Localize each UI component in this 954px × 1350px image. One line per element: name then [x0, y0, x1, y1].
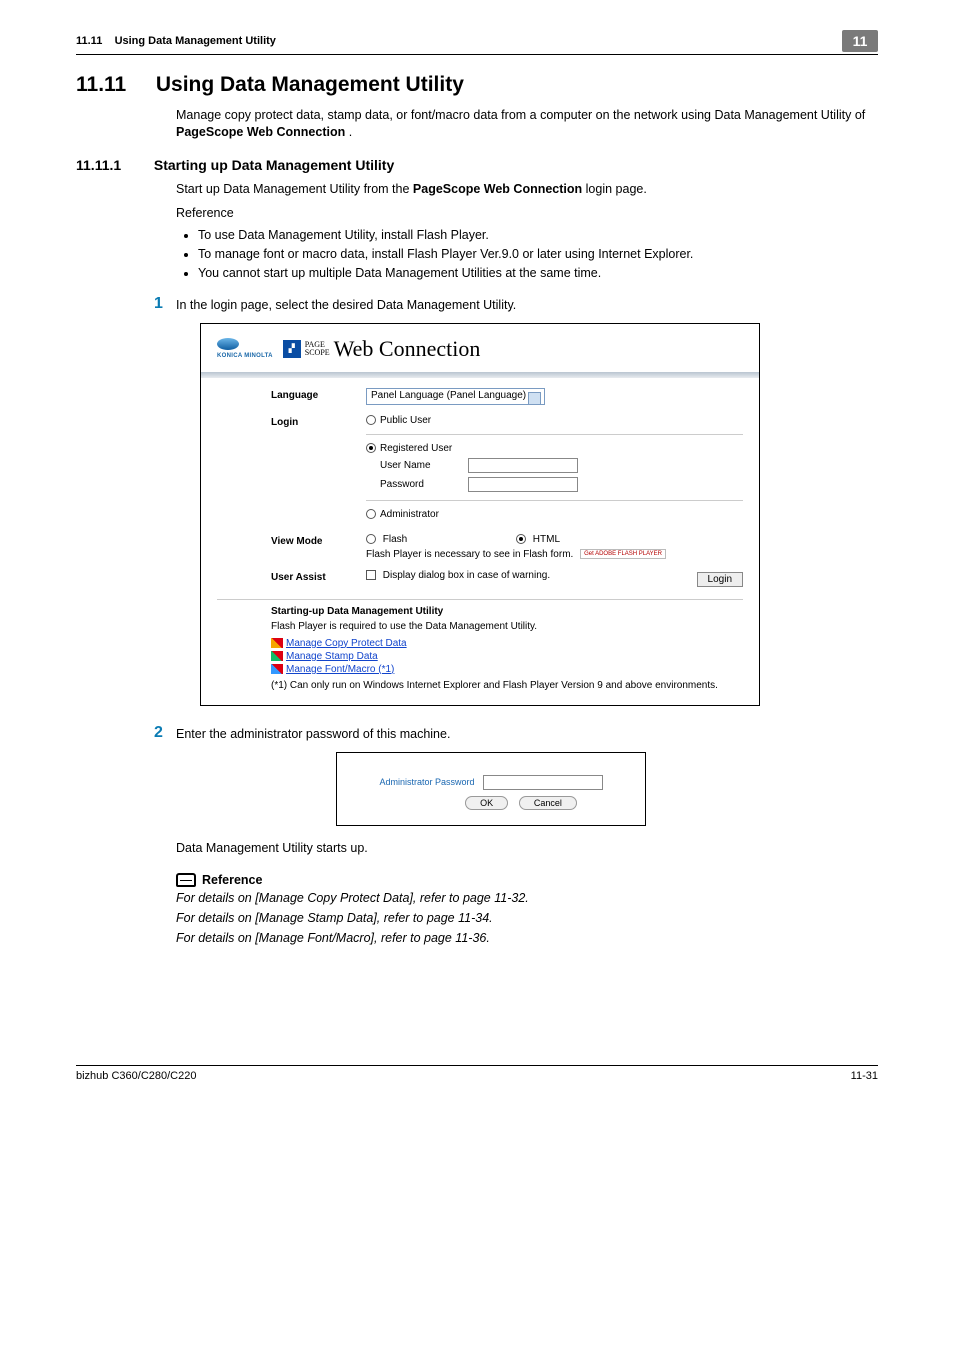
manual-page: 11.11 Using Data Management Utility 11 1… — [0, 0, 954, 1122]
section-heading: 11.11 Using Data Management Utility — [76, 73, 878, 97]
reference-heading: Reference — [202, 873, 262, 887]
footer-model: bizhub C360/C280/C220 — [76, 1070, 196, 1082]
reference-line: For details on [Manage Copy Protect Data… — [176, 891, 878, 905]
admin-password-input[interactable] — [483, 775, 603, 790]
pagescope-logo: ▞ PAGE SCOPE Web Connection — [283, 336, 481, 362]
step-1: 1 In the login page, select the desired … — [154, 295, 878, 313]
manage-font-macro-link[interactable]: Manage Font/Macro (*1) — [286, 664, 394, 675]
user-assist-checkbox[interactable] — [366, 570, 376, 580]
reference-block: Reference For details on [Manage Copy Pr… — [176, 873, 878, 945]
ok-button[interactable]: OK — [465, 796, 508, 810]
public-user-label: Public User — [380, 415, 431, 426]
reference-bullet: To use Data Management Utility, install … — [198, 226, 878, 245]
reference-label: Reference — [176, 204, 878, 223]
html-label: HTML — [533, 534, 560, 545]
public-user-radio[interactable] — [366, 415, 376, 425]
html-radio[interactable] — [516, 534, 526, 544]
subsection-lead: Start up Data Management Utility from th… — [176, 181, 878, 198]
flash-label: Flash — [383, 534, 407, 545]
login-label: Login — [271, 415, 366, 428]
subsection-number: 11.11.1 — [76, 157, 150, 173]
user-assist-text: Display dialog box in case of warning. — [383, 570, 550, 581]
step-text: Enter the administrator password of this… — [176, 724, 450, 741]
dmu-footnote: (*1) Can only run on Windows Internet Ex… — [271, 680, 743, 691]
reference-line: For details on [Manage Stamp Data], refe… — [176, 911, 878, 925]
dmu-heading: Starting-up Data Management Utility — [271, 606, 743, 617]
screenshot-header: KONICA MINOLTA ▞ PAGE SCOPE Web Connecti… — [201, 324, 759, 372]
password-input[interactable] — [468, 477, 578, 492]
stamp-icon — [271, 651, 283, 661]
font-macro-icon — [271, 664, 283, 674]
username-label: User Name — [380, 460, 468, 471]
language-select[interactable]: Panel Language (Panel Language) — [366, 388, 545, 405]
reference-list: Reference To use Data Management Utility… — [176, 204, 878, 283]
pagescope-icon: ▞ — [283, 340, 301, 358]
copy-protect-icon — [271, 638, 283, 648]
subsection-heading: 11.11.1 Starting up Data Management Util… — [76, 157, 878, 173]
registered-user-label: Registered User — [380, 443, 452, 454]
running-header: 11.11 Using Data Management Utility 11 — [76, 30, 878, 55]
web-connection-text: Web Connection — [334, 336, 481, 362]
subsection-title-text: Starting up Data Management Utility — [154, 157, 394, 173]
administrator-radio[interactable] — [366, 509, 376, 519]
dmu-note: Flash Player is required to use the Data… — [271, 621, 743, 632]
konica-minolta-logo: KONICA MINOLTA — [217, 338, 273, 359]
user-assist-label: User Assist — [271, 570, 366, 583]
registered-user-radio[interactable] — [366, 443, 376, 453]
admin-password-label: Administrator Password — [379, 777, 474, 787]
section-number: 11.11 — [76, 73, 150, 97]
manage-stamp-link[interactable]: Manage Stamp Data — [286, 651, 378, 662]
get-flash-badge[interactable]: Get ADOBE FLASH PLAYER — [580, 549, 666, 559]
reference-bullet: You cannot start up multiple Data Manage… — [198, 264, 878, 283]
step-2: 2 Enter the administrator password of th… — [154, 724, 878, 742]
flash-note: Flash Player is necessary to see in Flas… — [366, 549, 573, 560]
cancel-button[interactable]: Cancel — [519, 796, 577, 810]
login-screenshot: KONICA MINOLTA ▞ PAGE SCOPE Web Connecti… — [200, 323, 760, 706]
step-number: 1 — [154, 295, 176, 313]
header-title: Using Data Management Utility — [115, 35, 276, 47]
section-intro: Manage copy protect data, stamp data, or… — [176, 107, 878, 141]
footer-page-number: 11-31 — [851, 1070, 878, 1082]
view-mode-label: View Mode — [271, 534, 366, 547]
chapter-badge: 11 — [842, 30, 878, 52]
running-header-text: 11.11 Using Data Management Utility — [76, 35, 276, 47]
header-section-num: 11.11 — [76, 35, 102, 47]
reference-bullet: To manage font or macro data, install Fl… — [198, 245, 878, 264]
login-button[interactable]: Login — [697, 572, 743, 587]
flash-radio[interactable] — [366, 534, 376, 544]
language-label: Language — [271, 388, 366, 401]
reference-line: For details on [Manage Font/Macro], refe… — [176, 931, 878, 945]
administrator-label: Administrator — [380, 509, 439, 520]
after-step-2: Data Management Utility starts up. — [176, 840, 878, 857]
step-number: 2 — [154, 724, 176, 742]
section-title-text: Using Data Management Utility — [156, 73, 464, 96]
admin-password-screenshot: Administrator Password OK Cancel — [336, 752, 646, 826]
reference-icon — [176, 873, 196, 887]
password-label: Password — [380, 479, 468, 490]
manage-copy-protect-link[interactable]: Manage Copy Protect Data — [286, 638, 407, 649]
username-input[interactable] — [468, 458, 578, 473]
step-text: In the login page, select the desired Da… — [176, 295, 516, 312]
page-footer: bizhub C360/C280/C220 11-31 — [76, 1065, 878, 1082]
